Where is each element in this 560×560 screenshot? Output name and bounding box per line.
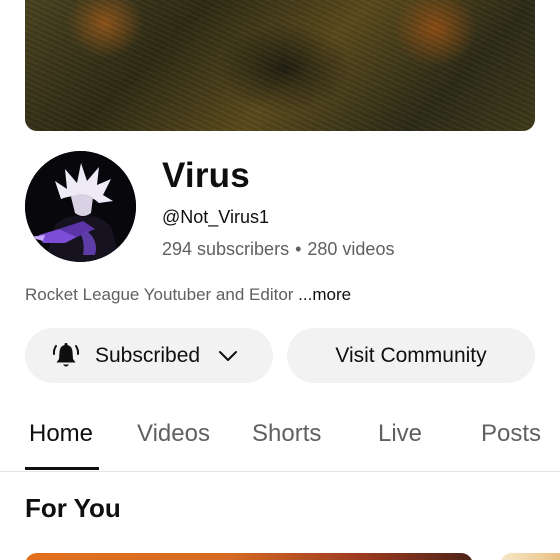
visit-community-label: Visit Community [335,343,487,367]
tab-shorts[interactable]: Shorts [252,420,321,448]
channel-banner [25,0,535,131]
tab-live[interactable]: Live [378,420,422,448]
subscribed-button[interactable]: Subscribed [25,328,273,383]
channel-description[interactable]: Rocket League Youtuber and Editor ...mor… [25,285,351,305]
video-thumbnail[interactable] [25,553,473,560]
channel-name: Virus [162,156,250,195]
tab-home[interactable]: Home [29,420,93,448]
description-text: Rocket League Youtuber and Editor [25,285,294,304]
video-count: 280 videos [307,239,395,259]
channel-handle: @Not_Virus1 [162,207,269,227]
stats-separator: • [295,239,302,259]
avatar-artwork [25,151,136,262]
subscriber-count: 294 subscribers [162,239,290,259]
section-title: For You [25,493,121,523]
visit-community-button[interactable]: Visit Community [287,328,535,383]
chevron-down-icon [219,350,238,361]
channel-stats: 294 subscribers • 280 videos [162,239,394,260]
tab-videos[interactable]: Videos [137,420,210,448]
more-link[interactable]: ...more [298,285,351,304]
video-thumbnail[interactable] [500,553,560,560]
subscribed-label: Subscribed [95,343,201,367]
tab-posts[interactable]: Posts [481,420,541,448]
bell-ringing-icon [52,342,80,366]
channel-tabs: Home Videos Shorts Live Posts [0,400,560,472]
avatar[interactable] [25,151,136,262]
channel-page: Virus @Not_Virus1 294 subscribers • 280 vi… [0,0,560,560]
active-tab-indicator [25,467,99,470]
